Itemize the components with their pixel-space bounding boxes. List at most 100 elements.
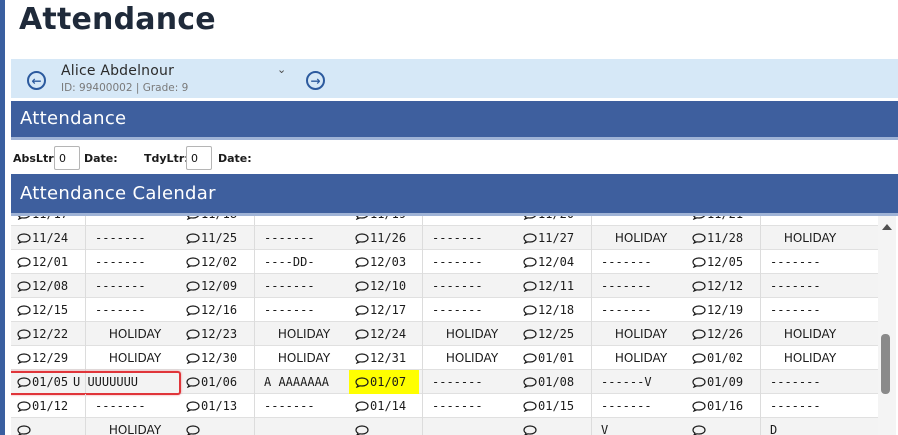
calendar-day-12-29[interactable]: 12/29 (11, 346, 81, 370)
comment-icon[interactable] (17, 425, 31, 435)
comment-icon[interactable] (186, 257, 200, 268)
calendar-day-01-08[interactable]: 01/08 (517, 370, 587, 394)
comment-icon[interactable] (355, 216, 369, 220)
comment-icon[interactable] (523, 401, 537, 412)
comment-icon[interactable] (523, 305, 537, 316)
student-name[interactable]: Alice Abdelnour (61, 63, 174, 79)
calendar-day-01-12[interactable]: 01/12 (11, 394, 81, 418)
calendar-day-01-15[interactable]: 01/15 (517, 394, 587, 418)
calendar-day-11-24[interactable]: 11/24 (11, 226, 81, 250)
comment-icon[interactable] (692, 257, 706, 268)
comment-icon[interactable] (186, 329, 200, 340)
calendar-day-blank[interactable] (180, 418, 250, 435)
calendar-day-11-17[interactable]: 11/17 (11, 216, 81, 225)
comment-icon[interactable] (355, 305, 369, 316)
tdy-ltr-input[interactable] (186, 146, 212, 170)
comment-icon[interactable] (692, 401, 706, 412)
comment-icon[interactable] (17, 281, 31, 292)
calendar-day-blank[interactable] (686, 418, 756, 435)
comment-icon[interactable] (692, 425, 706, 435)
calendar-day-12-08[interactable]: 12/08 (11, 274, 81, 298)
comment-icon[interactable] (186, 281, 200, 292)
calendar-day-blank[interactable] (11, 418, 81, 435)
calendar-day-01-13[interactable]: 01/13 (180, 394, 250, 418)
calendar-day-12-03[interactable]: 12/03 (349, 250, 419, 274)
comment-icon[interactable] (355, 281, 369, 292)
comment-icon[interactable] (692, 329, 706, 340)
calendar-day-12-30[interactable]: 12/30 (180, 346, 250, 370)
comment-icon[interactable] (186, 425, 200, 435)
comment-icon[interactable] (186, 401, 200, 412)
comment-icon[interactable] (355, 353, 369, 364)
calendar-day-12-31[interactable]: 12/31 (349, 346, 419, 370)
calendar-day-12-09[interactable]: 12/09 (180, 274, 250, 298)
calendar-day-01-06[interactable]: 01/06 (180, 370, 250, 394)
calendar-day-blank[interactable] (349, 418, 419, 435)
calendar-day-12-04[interactable]: 12/04 (517, 250, 587, 274)
calendar-day-11-28[interactable]: 11/28 (686, 226, 756, 250)
abs-ltr-input[interactable] (54, 146, 80, 170)
scroll-thumb[interactable] (881, 334, 890, 394)
comment-icon[interactable] (186, 353, 200, 364)
calendar-day-11-25[interactable]: 11/25 (180, 226, 250, 250)
calendar-day-01-01[interactable]: 01/01 (517, 346, 587, 370)
calendar-day-01-07[interactable]: 01/07 (349, 370, 419, 394)
calendar-day-12-01[interactable]: 12/01 (11, 250, 81, 274)
comment-icon[interactable] (692, 305, 706, 316)
calendar-day-12-26[interactable]: 12/26 (686, 322, 756, 346)
calendar-day-12-22[interactable]: 12/22 (11, 322, 81, 346)
calendar-day-12-10[interactable]: 12/10 (349, 274, 419, 298)
comment-icon[interactable] (17, 216, 31, 220)
calendar-day-12-24[interactable]: 12/24 (349, 322, 419, 346)
chevron-down-icon[interactable]: ⌄ (277, 63, 286, 76)
comment-icon[interactable] (17, 329, 31, 340)
comment-icon[interactable] (692, 216, 706, 220)
calendar-scrollbar[interactable] (878, 216, 896, 435)
calendar-day-11-18[interactable]: 11/18 (180, 216, 250, 225)
comment-icon[interactable] (17, 257, 31, 268)
calendar-day-11-19[interactable]: 11/19 (349, 216, 419, 225)
calendar-day-11-26[interactable]: 11/26 (349, 226, 419, 250)
comment-icon[interactable] (523, 233, 537, 244)
calendar-day-12-16[interactable]: 12/16 (180, 298, 250, 322)
comment-icon[interactable] (692, 281, 706, 292)
calendar-day-01-02[interactable]: 01/02 (686, 346, 756, 370)
calendar-day-12-18[interactable]: 12/18 (517, 298, 587, 322)
calendar-day-11-21[interactable]: 11/21 (686, 216, 756, 225)
arrow-left-circle-icon[interactable]: ← (27, 71, 46, 90)
calendar-day-blank[interactable] (517, 418, 587, 435)
calendar-day-01-16[interactable]: 01/16 (686, 394, 756, 418)
calendar-day-12-05[interactable]: 12/05 (686, 250, 756, 274)
calendar-day-01-14[interactable]: 01/14 (349, 394, 419, 418)
calendar-day-12-19[interactable]: 12/19 (686, 298, 756, 322)
calendar-day-12-02[interactable]: 12/02 (180, 250, 250, 274)
comment-icon[interactable] (355, 233, 369, 244)
comment-icon[interactable] (355, 401, 369, 412)
comment-icon[interactable] (523, 353, 537, 364)
calendar-day-11-27[interactable]: 11/27 (517, 226, 587, 250)
comment-icon[interactable] (355, 425, 369, 435)
comment-icon[interactable] (355, 377, 369, 388)
comment-icon[interactable] (186, 305, 200, 316)
comment-icon[interactable] (523, 329, 537, 340)
calendar-day-12-23[interactable]: 12/23 (180, 322, 250, 346)
comment-icon[interactable] (523, 425, 537, 435)
arrow-right-circle-icon[interactable]: → (306, 71, 325, 90)
comment-icon[interactable] (186, 377, 200, 388)
comment-icon[interactable] (355, 257, 369, 268)
comment-icon[interactable] (523, 216, 537, 220)
calendar-day-12-11[interactable]: 12/11 (517, 274, 587, 298)
comment-icon[interactable] (186, 216, 200, 220)
calendar-day-12-25[interactable]: 12/25 (517, 322, 587, 346)
comment-icon[interactable] (523, 281, 537, 292)
comment-icon[interactable] (692, 353, 706, 364)
calendar-day-12-12[interactable]: 12/12 (686, 274, 756, 298)
comment-icon[interactable] (17, 233, 31, 244)
comment-icon[interactable] (355, 329, 369, 340)
comment-icon[interactable] (523, 257, 537, 268)
comment-icon[interactable] (17, 401, 31, 412)
comment-icon[interactable] (692, 233, 706, 244)
comment-icon[interactable] (186, 233, 200, 244)
calendar-day-12-15[interactable]: 12/15 (11, 298, 81, 322)
calendar-day-11-20[interactable]: 11/20 (517, 216, 587, 225)
